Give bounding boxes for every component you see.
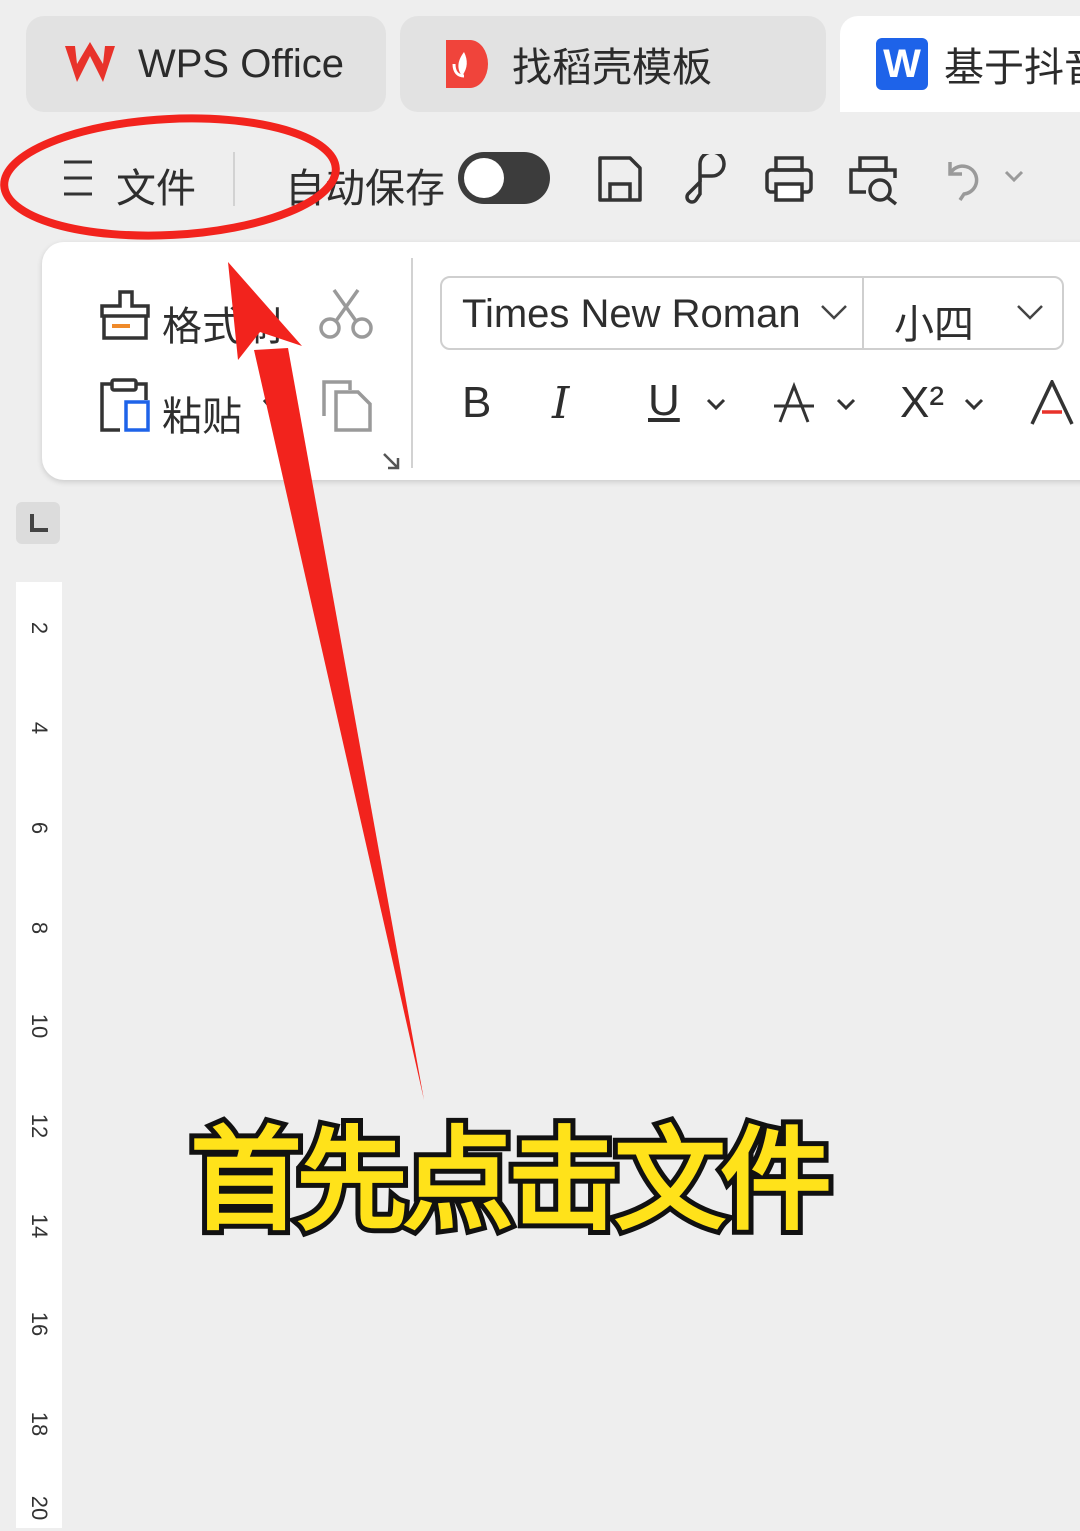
highlight-ellipse: [0, 114, 340, 240]
arrow-head: [228, 262, 302, 360]
annotation-caption: 首先点击文件: [185, 1111, 837, 1251]
annotation-overlay: [0, 114, 424, 1100]
arrow-shaft: [254, 348, 424, 1100]
